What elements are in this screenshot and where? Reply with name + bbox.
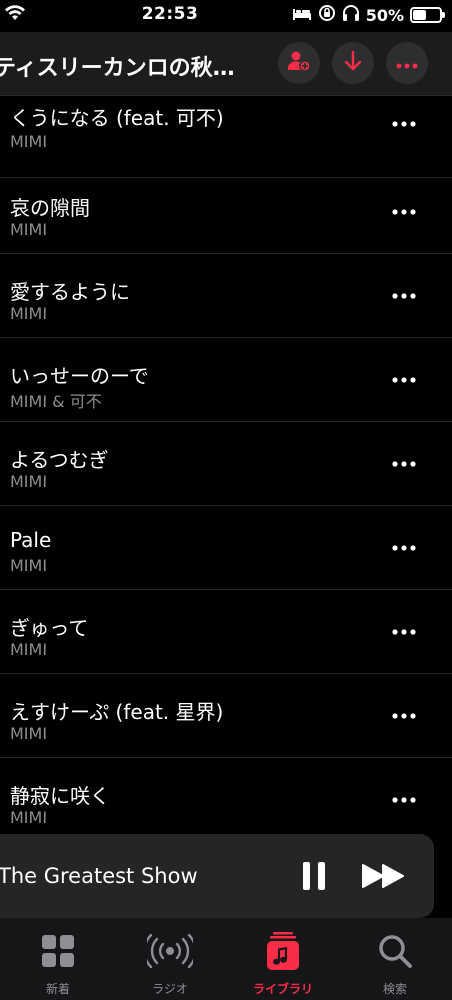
track-artist: MIMI & 可不 <box>10 392 102 411</box>
track-more-button[interactable] <box>386 200 422 224</box>
track-artist: MIMI <box>10 132 48 151</box>
tab-search[interactable]: 検索 <box>350 932 440 997</box>
track-row[interactable]: えすけーぷ (feat. 星界) MIMI <box>0 674 452 758</box>
ellipsis-icon <box>392 713 416 719</box>
ellipsis-icon <box>392 629 416 635</box>
download-button[interactable] <box>332 42 374 84</box>
ellipsis-icon <box>392 377 416 383</box>
track-title: えすけーぷ (feat. 星界) <box>10 700 224 724</box>
track-more-button[interactable] <box>386 452 422 476</box>
tab-label: ライブラリ <box>252 982 313 996</box>
pause-button[interactable] <box>294 856 334 896</box>
tab-label: 検索 <box>382 982 407 996</box>
status-bar: 22:53 50% <box>0 0 452 32</box>
arrow-down-icon <box>343 50 363 76</box>
track-title: 哀の隙間 <box>10 196 90 220</box>
grid-icon <box>42 935 74 967</box>
tab-new[interactable]: 新着 <box>13 932 103 997</box>
pause-icon <box>303 862 325 890</box>
ellipsis-icon <box>392 545 416 551</box>
ellipsis-icon <box>392 209 416 215</box>
track-more-button[interactable] <box>386 284 422 308</box>
headphones-icon <box>342 4 360 26</box>
track-more-button[interactable] <box>386 788 422 812</box>
tab-bar: 新着 ラジオ ライブラリ 検索 <box>0 918 452 1000</box>
track-artist: MIMI <box>10 556 48 575</box>
fast-forward-button[interactable] <box>360 858 408 894</box>
track-row[interactable]: よるつむぎ MIMI <box>0 422 452 506</box>
playlist-title: ティスリーカンロの秋… <box>0 56 235 81</box>
tab-radio[interactable]: ラジオ <box>125 932 215 997</box>
ellipsis-icon <box>392 293 416 299</box>
track-artist: MIMI <box>10 808 48 827</box>
track-list: くうになる (feat. 可不) MIMI 哀の隙間 MIMI 愛するように M… <box>0 96 452 834</box>
track-more-button[interactable] <box>386 368 422 392</box>
library-icon <box>267 932 299 970</box>
ellipsis-icon <box>396 54 418 73</box>
tab-library[interactable]: ライブラリ <box>238 932 328 997</box>
track-more-button[interactable] <box>386 704 422 728</box>
track-more-button[interactable] <box>386 620 422 644</box>
track-row[interactable]: Pale MIMI <box>0 506 452 590</box>
track-artist: MIMI <box>10 640 48 659</box>
track-row[interactable]: 哀の隙間 MIMI <box>0 170 452 254</box>
track-artist: MIMI <box>10 724 48 743</box>
battery-icon <box>410 7 445 23</box>
radio-icon <box>147 934 193 968</box>
orientation-lock-icon <box>318 4 336 26</box>
more-options-button[interactable] <box>386 42 428 84</box>
track-title: 愛するように <box>10 280 130 304</box>
ellipsis-icon <box>392 121 416 127</box>
track-title: くうになる (feat. 可不) <box>10 106 224 130</box>
tab-label: 新着 <box>45 982 70 996</box>
track-row[interactable]: いっせーのーで MIMI & 可不 <box>0 338 452 422</box>
battery-percent: 50% <box>365 5 404 25</box>
add-collaborator-button[interactable] <box>278 42 320 84</box>
track-row[interactable]: くうになる (feat. 可不) MIMI <box>0 96 452 178</box>
nav-header: ティスリーカンロの秋… <box>0 32 452 96</box>
status-time: 22:53 <box>141 4 199 24</box>
tab-label: ラジオ <box>152 982 188 996</box>
ellipsis-icon <box>392 461 416 467</box>
person-add-icon <box>287 50 311 76</box>
fast-forward-icon <box>362 864 404 888</box>
track-row[interactable]: 愛するように MIMI <box>0 254 452 338</box>
track-artist: MIMI <box>10 304 48 323</box>
ellipsis-icon <box>392 797 416 803</box>
track-title: よるつむぎ <box>10 448 109 472</box>
track-title: Pale <box>10 528 52 552</box>
track-row[interactable]: ぎゅって MIMI <box>0 590 452 674</box>
track-artist: MIMI <box>10 472 48 491</box>
search-icon <box>379 935 412 968</box>
track-title: いっせーのーで <box>10 364 149 388</box>
bed-icon <box>292 6 312 25</box>
track-title: 静寂に咲く <box>10 784 110 808</box>
track-row[interactable]: 静寂に咲く MIMI <box>0 758 452 834</box>
track-more-button[interactable] <box>386 536 422 560</box>
track-artist: MIMI <box>10 220 48 239</box>
mini-player[interactable]: The Greatest Show <box>0 834 434 918</box>
track-more-button[interactable] <box>386 112 422 136</box>
track-title: ぎゅって <box>10 616 89 640</box>
now-playing-title: The Greatest Show <box>0 864 198 888</box>
